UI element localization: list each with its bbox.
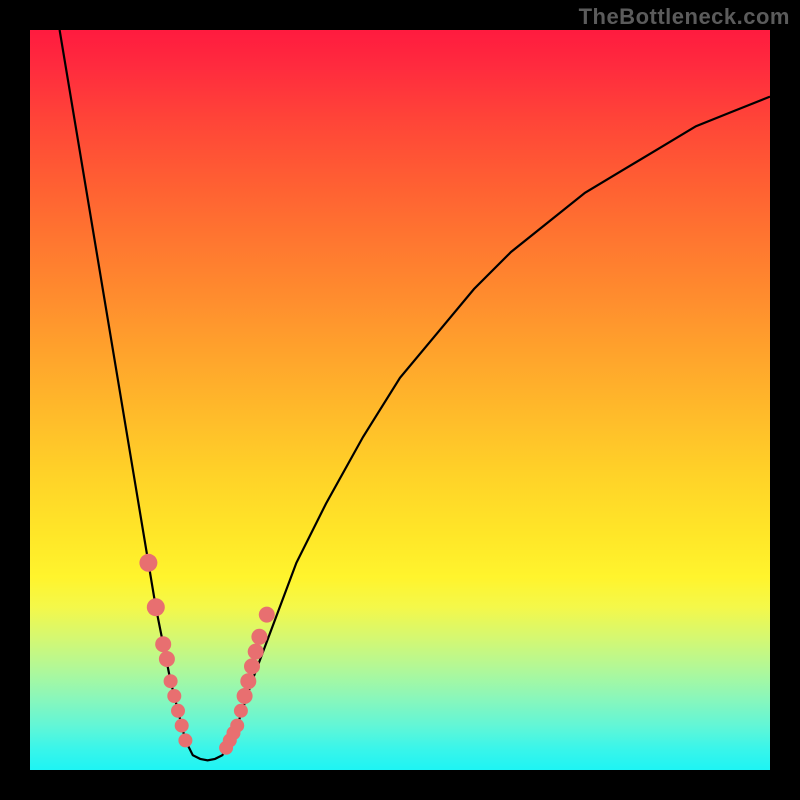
- marker-point: [244, 658, 260, 674]
- marker-point: [171, 704, 185, 718]
- plot-area: [30, 30, 770, 770]
- marker-point: [240, 673, 256, 689]
- marker-point: [251, 629, 267, 645]
- marker-point: [237, 688, 253, 704]
- marker-point: [139, 554, 157, 572]
- marker-point: [175, 719, 189, 733]
- marker-point: [230, 719, 244, 733]
- marker-point: [167, 689, 181, 703]
- marker-point: [164, 674, 178, 688]
- marker-group: [139, 554, 274, 755]
- marker-point: [248, 644, 264, 660]
- marker-point: [147, 598, 165, 616]
- marker-point: [259, 607, 275, 623]
- marker-point: [178, 733, 192, 747]
- marker-point: [155, 636, 171, 652]
- attribution-text: TheBottleneck.com: [579, 4, 790, 30]
- marker-point: [234, 704, 248, 718]
- curve-layer: [30, 30, 770, 770]
- marker-point: [159, 651, 175, 667]
